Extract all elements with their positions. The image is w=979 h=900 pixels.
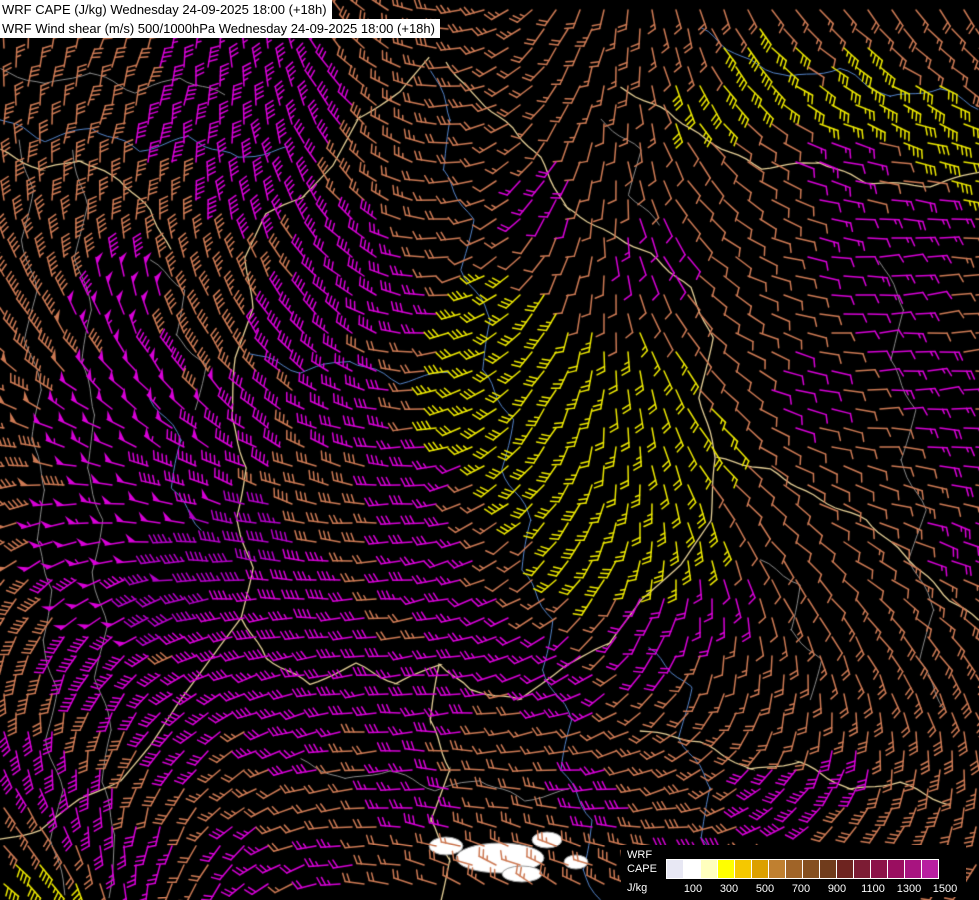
legend-swatch (921, 859, 939, 879)
weather-map-canvas (0, 0, 979, 900)
legend-title: WRF CAPE J/kg (627, 848, 657, 895)
legend-swatch (734, 859, 752, 879)
weather-map: WRF CAPE (J/kg) Wednesday 24-09-2025 18:… (0, 0, 979, 900)
legend-tick-label: 1100 (855, 883, 891, 895)
header-line-shear: WRF Wind shear (m/s) 500/1000hPa Wednesd… (0, 19, 440, 38)
legend-scale: 100300500700900110013001500 (666, 859, 963, 895)
header-line-cape: WRF CAPE (J/kg) Wednesday 24-09-2025 18:… (0, 0, 332, 19)
legend-swatch (785, 859, 803, 879)
legend-swatch (768, 859, 786, 879)
map-header: WRF CAPE (J/kg) Wednesday 24-09-2025 18:… (0, 0, 440, 38)
legend-tick-label: 500 (747, 883, 783, 895)
legend-swatch (666, 859, 684, 879)
legend-swatch (870, 859, 888, 879)
legend-swatch (853, 859, 871, 879)
legend-swatch (802, 859, 820, 879)
legend-title-model: WRF (627, 848, 657, 862)
legend-swatch (700, 859, 718, 879)
legend-title-param: CAPE (627, 862, 657, 876)
legend-swatch (887, 859, 905, 879)
legend-swatch (836, 859, 854, 879)
legend-swatch (717, 859, 735, 879)
legend-tick-label: 900 (819, 883, 855, 895)
legend-swatch (904, 859, 922, 879)
legend-tick-label: 700 (783, 883, 819, 895)
cape-legend: WRF CAPE J/kg 10030050070090011001300150… (621, 845, 966, 897)
legend-swatch (683, 859, 701, 879)
legend-tick-label: 300 (711, 883, 747, 895)
legend-tick-label: 1300 (891, 883, 927, 895)
legend-swatch (819, 859, 837, 879)
legend-title-units: J/kg (627, 881, 657, 895)
legend-swatches (666, 859, 963, 879)
legend-tick-label: 1500 (927, 883, 963, 895)
legend-swatch (751, 859, 769, 879)
legend-ticks: 100300500700900110013001500 (666, 879, 963, 895)
legend-tick-label: 100 (675, 883, 711, 895)
